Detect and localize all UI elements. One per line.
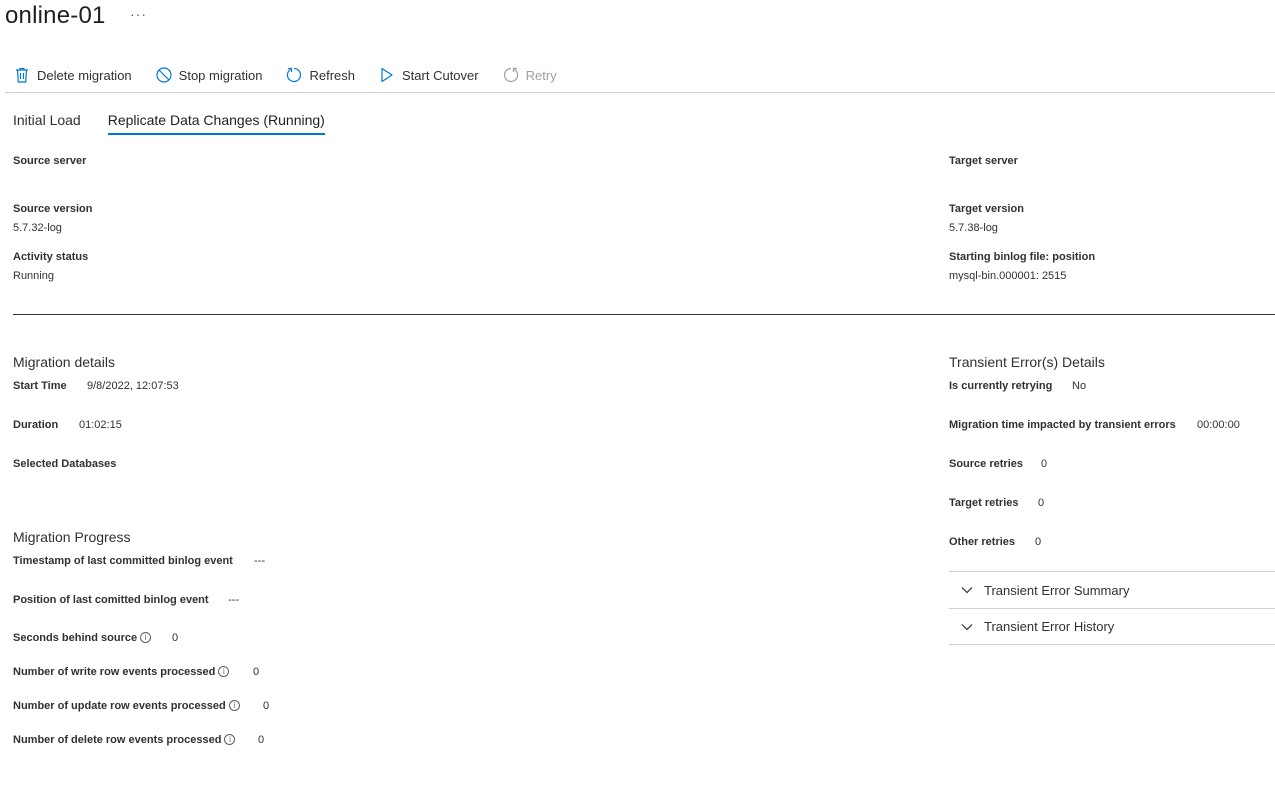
play-icon: [378, 66, 396, 84]
target-server-label: Target server: [949, 155, 1018, 167]
target-retries-label: Target retries: [949, 497, 1019, 509]
stop-migration-label: Stop migration: [178, 67, 263, 83]
chevron-down-icon: [960, 583, 974, 597]
start-time-value: 9/8/2022, 12:07:53: [87, 380, 179, 392]
transient-error-summary-label: Transient Error Summary: [984, 582, 1130, 598]
tab-initial-load[interactable]: Initial Load: [13, 112, 81, 135]
seconds-behind-value: 0: [172, 632, 179, 644]
migration-progress-title: Migration Progress: [13, 529, 131, 545]
target-version-value: 5.7.38-log: [949, 222, 998, 234]
binlog-label: Starting binlog file: position: [949, 251, 1096, 263]
duration-label: Duration: [13, 419, 59, 431]
other-retries-label: Other retries: [949, 536, 1016, 548]
tab-bar: Initial Load Replicate Data Changes (Run…: [13, 112, 352, 135]
impacted-time-value: 00:00:00: [1197, 419, 1240, 431]
info-icon[interactable]: i: [140, 632, 152, 643]
seconds-behind-label: Seconds behind source i: [13, 632, 152, 644]
selected-databases-label: Selected Databases: [13, 458, 117, 470]
start-cutover-label: Start Cutover: [402, 67, 479, 83]
other-retries-value: 0: [1035, 536, 1042, 548]
source-version-value: 5.7.32-log: [13, 222, 62, 234]
retrying-value: No: [1072, 380, 1087, 392]
delete-migration-label: Delete migration: [37, 67, 132, 83]
delete-migration-button[interactable]: Delete migration: [5, 62, 132, 88]
seconds-behind-text: Seconds behind source: [13, 632, 138, 644]
trash-icon: [13, 66, 31, 84]
impacted-time-label: Migration time impacted by transient err…: [949, 419, 1176, 431]
transient-error-history-accordion[interactable]: Transient Error History: [949, 608, 1275, 645]
info-icon[interactable]: i: [224, 734, 236, 745]
position-value: ---: [228, 594, 239, 606]
circle-slash-icon: [155, 66, 173, 84]
retry-icon: [502, 66, 520, 84]
write-events-label: Number of write row events processed i: [13, 666, 230, 678]
update-events-value: 0: [263, 700, 270, 712]
tab-replicate-data-changes[interactable]: Replicate Data Changes (Running): [107, 112, 325, 135]
source-retries-value: 0: [1041, 458, 1048, 470]
start-time-label: Start Time: [13, 380, 67, 392]
write-events-text: Number of write row events processed: [13, 666, 216, 678]
refresh-label: Refresh: [309, 67, 356, 83]
binlog-value: mysql-bin.000001: 2515: [949, 270, 1067, 282]
delete-events-text: Number of delete row events processed: [13, 734, 222, 746]
update-events-label: Number of update row events processed i: [13, 700, 240, 712]
transient-error-history-label: Transient Error History: [984, 619, 1115, 634]
toolbar-divider: [5, 92, 1275, 93]
retry-button[interactable]: Retry: [494, 62, 557, 88]
info-icon[interactable]: i: [218, 666, 230, 677]
target-version-label: Target version: [949, 203, 1024, 215]
page-title: online-01: [5, 2, 106, 29]
target-retries-value: 0: [1038, 497, 1045, 509]
timestamp-label: Timestamp of last committed binlog event: [13, 555, 233, 567]
write-events-value: 0: [253, 666, 260, 678]
start-cutover-button[interactable]: Start Cutover: [370, 62, 479, 88]
retry-label: Retry: [525, 67, 557, 83]
delete-events-label: Number of delete row events processed i: [13, 734, 236, 746]
activity-status-value: Running: [13, 270, 54, 282]
command-bar: Delete migration Stop migration Refresh …: [5, 62, 572, 88]
source-version-label: Source version: [13, 203, 93, 215]
position-label: Position of last comitted binlog event: [13, 594, 209, 606]
retrying-label: Is currently retrying: [949, 380, 1053, 392]
source-server-label: Source server: [13, 155, 87, 167]
source-retries-label: Source retries: [949, 458, 1023, 470]
migration-details-title: Migration details: [13, 354, 115, 370]
activity-status-label: Activity status: [13, 251, 89, 263]
section-divider: [13, 314, 1275, 315]
refresh-icon: [285, 66, 303, 84]
refresh-button[interactable]: Refresh: [277, 62, 355, 88]
duration-value: 01:02:15: [79, 419, 122, 431]
more-options-button[interactable]: ···: [130, 6, 147, 22]
stop-migration-button[interactable]: Stop migration: [147, 62, 263, 88]
transient-errors-title: Transient Error(s) Details: [949, 354, 1105, 370]
transient-error-summary-accordion[interactable]: Transient Error Summary: [949, 571, 1275, 608]
info-icon[interactable]: i: [228, 700, 240, 711]
chevron-down-icon: [960, 620, 974, 634]
timestamp-value: ---: [254, 555, 265, 567]
delete-events-value: 0: [258, 734, 265, 746]
update-events-text: Number of update row events processed: [13, 700, 226, 712]
